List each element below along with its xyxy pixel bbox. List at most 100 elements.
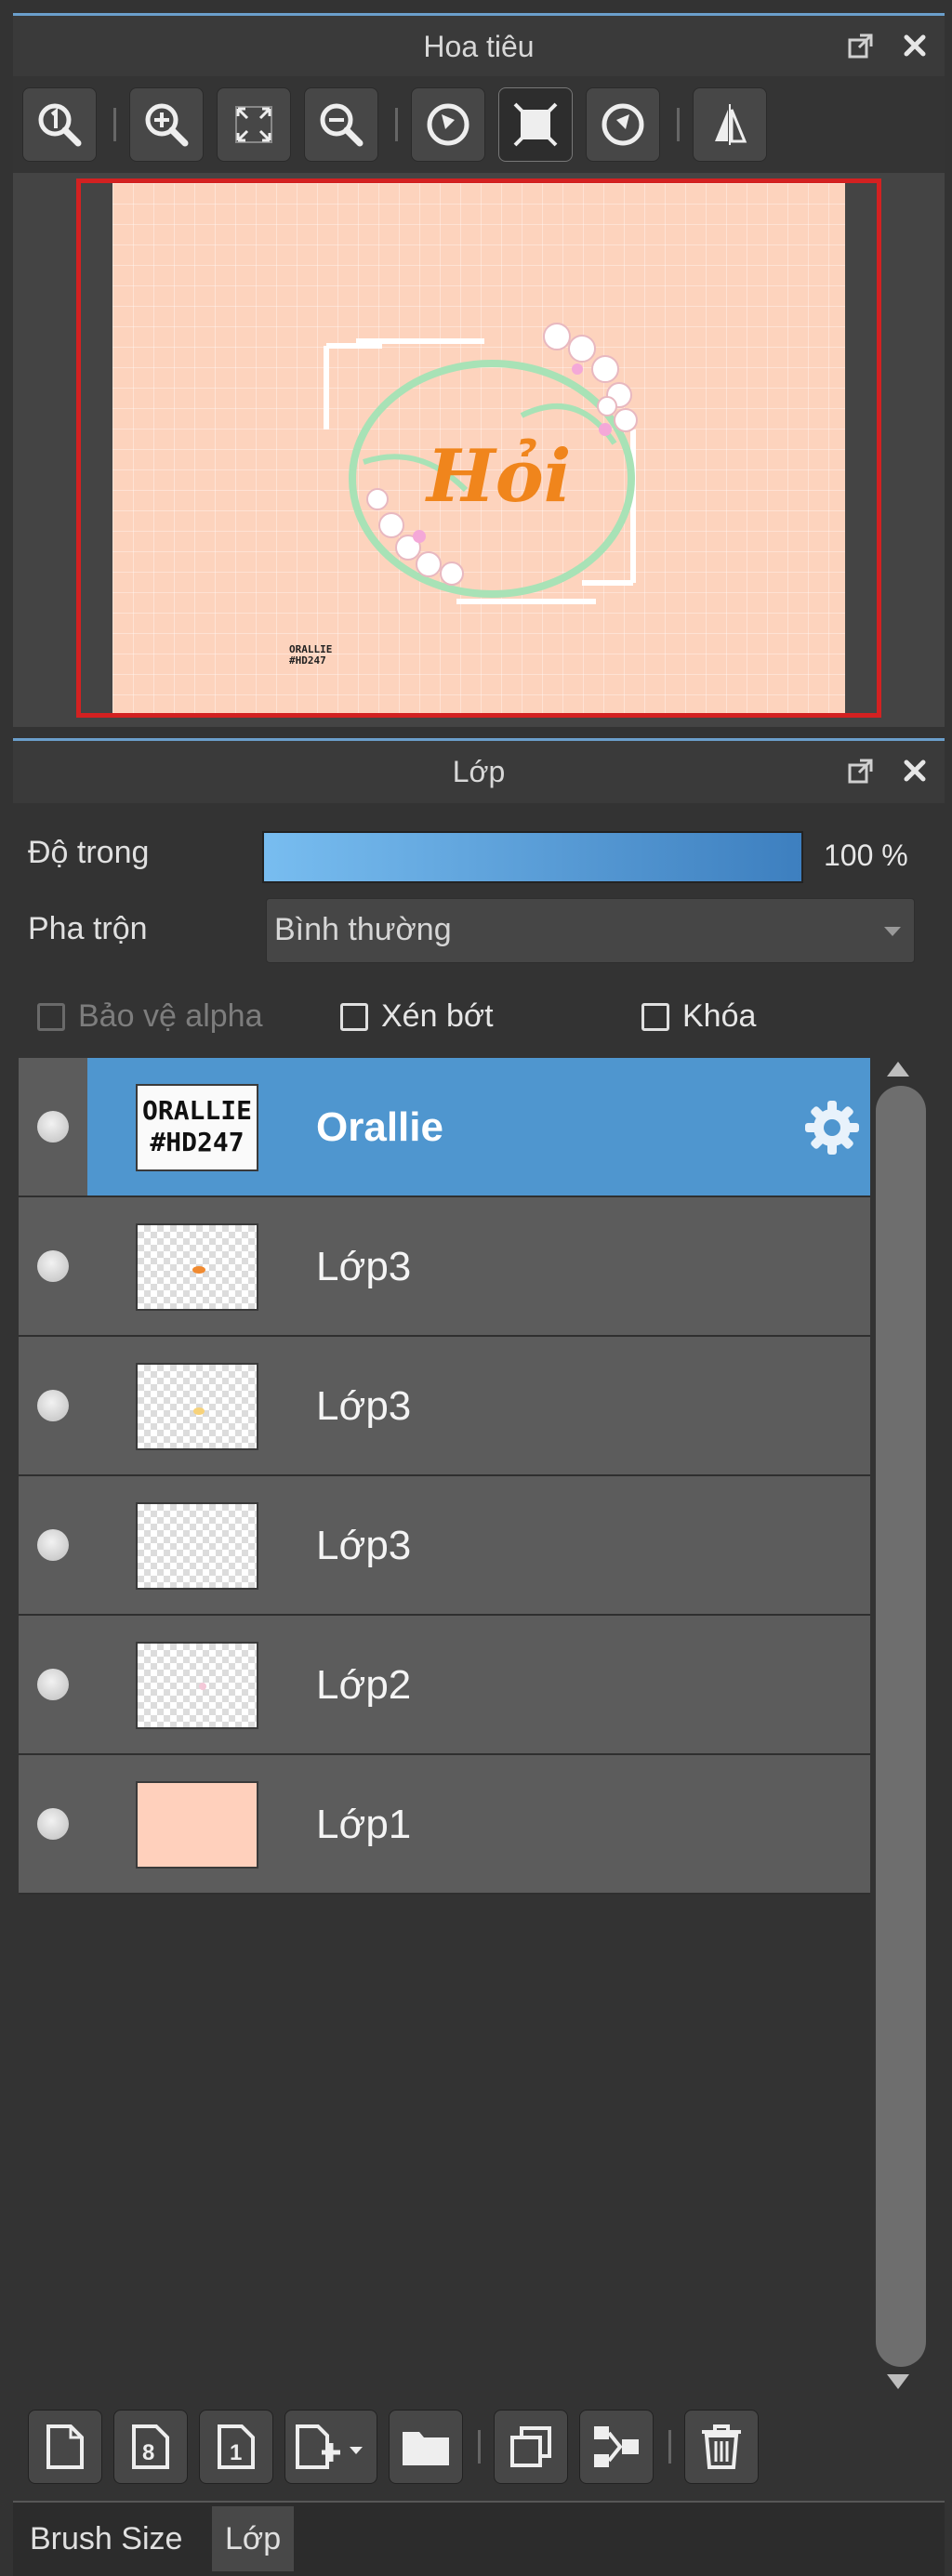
thumbnail-text-line2: #HD247 <box>150 1127 245 1157</box>
visibility-toggle-icon[interactable] <box>37 1529 69 1561</box>
layer-options-row: Bảo vệ alpha Xén bớt Khóa <box>13 980 945 1054</box>
layer-thumbnail <box>136 1363 258 1450</box>
fit-to-window-icon <box>235 106 272 143</box>
layer-list: ORALLIE #HD247 Orallie Lớp3 Lớp3 Lớp3 Lớ… <box>19 1058 870 1895</box>
delete-layer-button[interactable] <box>684 2410 759 2484</box>
close-icon[interactable] <box>898 754 932 787</box>
tab-layers[interactable]: Lớp <box>212 2506 295 2571</box>
layer-row-lop2[interactable]: Lớp2 <box>19 1616 870 1755</box>
signature: ORALLIE #HD247 <box>289 644 332 667</box>
opacity-value: 100 % <box>824 839 908 872</box>
tab-brush-size[interactable]: Brush Size <box>17 2506 195 2571</box>
visibility-toggle-icon[interactable] <box>37 1250 69 1282</box>
layer-thumbnail <box>136 1223 258 1311</box>
blend-mode-value: Bình thường <box>274 912 452 947</box>
layer-name: Lớp1 <box>316 1802 412 1847</box>
layer-thumbnail <box>136 1642 258 1729</box>
canvas-thumbnail: Hỏi ORALLIE #HD247 <box>112 183 845 713</box>
new-layer-button[interactable] <box>28 2410 102 2484</box>
layer-row-lop3-c[interactable]: Lớp3 <box>19 1476 870 1616</box>
thumbnail-text-line1: ORALLIE <box>141 1095 252 1126</box>
svg-text:1: 1 <box>230 2440 242 2465</box>
rotate-right-button[interactable] <box>586 87 660 162</box>
new-1bit-layer-icon: 1 <box>218 2424 255 2469</box>
zoom-out-button[interactable] <box>304 87 378 162</box>
merge-down-button[interactable] <box>579 2410 654 2484</box>
layer-row-lop3-b[interactable]: Lớp3 <box>19 1337 870 1476</box>
opacity-slider[interactable] <box>262 831 803 883</box>
folder-icon <box>403 2432 449 2465</box>
checkbox-box <box>641 1002 669 1031</box>
visibility-toggle-icon[interactable] <box>37 1390 69 1421</box>
layer-thumbnail <box>136 1502 258 1590</box>
opacity-row: Độ trong 100 % <box>13 807 945 891</box>
add-layer-menu-button[interactable] <box>284 2410 377 2484</box>
layers-title: Lớp <box>452 755 506 788</box>
scroll-down-icon[interactable] <box>887 2374 909 2389</box>
zoom-in-icon <box>145 103 189 147</box>
reset-rotation-button[interactable] <box>498 87 573 162</box>
rotate-left-button[interactable] <box>411 87 485 162</box>
separator <box>113 108 116 141</box>
artwork-lettering: Hỏi <box>425 434 571 519</box>
layer-list-scrollbar[interactable] <box>876 1058 926 2397</box>
close-icon[interactable] <box>898 29 932 62</box>
reset-rotation-icon <box>513 102 558 147</box>
zoom-actual-size-icon <box>38 103 82 147</box>
new-layer-icon <box>46 2424 84 2469</box>
clipping-label: Xén bớt <box>381 998 494 1034</box>
artwork: Hỏi <box>324 323 638 604</box>
clipping-checkbox[interactable]: Xén bớt <box>340 998 494 1035</box>
zoom-in-button[interactable] <box>129 87 204 162</box>
separator <box>478 2430 481 2464</box>
layer-row-orallie[interactable]: ORALLIE #HD247 Orallie <box>19 1058 870 1197</box>
visibility-toggle-icon[interactable] <box>37 1111 69 1143</box>
view-area-frame[interactable]: Hỏi ORALLIE #HD247 <box>76 178 881 718</box>
layer-row-lop1[interactable]: Lớp1 <box>19 1755 870 1895</box>
layer-name: Lớp2 <box>316 1662 412 1708</box>
separator <box>395 108 398 141</box>
navigator-preview[interactable]: Hỏi ORALLIE #HD247 <box>13 173 945 727</box>
protect-alpha-label: Bảo vệ alpha <box>78 998 263 1034</box>
fit-to-window-button[interactable] <box>217 87 291 162</box>
flip-horizontal-button[interactable] <box>693 87 767 162</box>
rotate-left-icon <box>427 103 469 146</box>
layer-name: Lớp3 <box>316 1383 412 1429</box>
chevron-down-icon <box>884 927 901 936</box>
popout-icon[interactable] <box>844 29 878 62</box>
lock-checkbox[interactable]: Khóa <box>641 998 756 1035</box>
separator <box>677 108 680 141</box>
gear-icon[interactable] <box>801 1097 863 1158</box>
layer-name: Lớp3 <box>316 1244 412 1289</box>
layer-thumbnail: ORALLIE #HD247 <box>136 1084 258 1171</box>
popout-icon[interactable] <box>844 754 878 787</box>
navigator-title: Hoa tiêu <box>423 30 535 63</box>
scroll-thumb[interactable] <box>876 1086 926 2367</box>
lock-label: Khóa <box>682 998 757 1034</box>
new-8bit-layer-icon: 8 <box>132 2424 169 2469</box>
layer-thumbnail <box>136 1781 258 1869</box>
duplicate-layer-button[interactable] <box>494 2410 568 2484</box>
flip-horizontal-icon <box>715 104 747 145</box>
zoom-actual-size-button[interactable] <box>22 87 97 162</box>
new-1bit-layer-button[interactable]: 1 <box>199 2410 273 2484</box>
layer-row-lop3-a[interactable]: Lớp3 <box>19 1197 870 1337</box>
blend-row: Pha trộn Bình thường <box>13 892 945 967</box>
visibility-toggle-icon[interactable] <box>37 1808 69 1840</box>
visibility-toggle-icon[interactable] <box>37 1669 69 1700</box>
protect-alpha-checkbox[interactable]: Bảo vệ alpha <box>37 998 263 1035</box>
scroll-up-icon[interactable] <box>887 1062 909 1077</box>
dock-tabs: Brush Size Lớp <box>13 2501 945 2576</box>
blend-mode-select[interactable]: Bình thường <box>266 898 915 963</box>
layer-name: Orallie <box>316 1104 443 1150</box>
add-layer-menu-icon <box>296 2424 363 2469</box>
duplicate-layer-icon <box>510 2426 551 2467</box>
new-8bit-layer-button[interactable]: 8 <box>113 2410 188 2484</box>
layer-actions-toolbar: 8 1 <box>13 2398 945 2495</box>
layers-header: Lớp <box>13 738 945 803</box>
new-folder-button[interactable] <box>389 2410 463 2484</box>
blend-label: Pha trộn <box>28 911 148 946</box>
navigator-header: Hoa tiêu <box>13 13 945 78</box>
rotate-right-icon <box>602 103 644 146</box>
checkbox-box <box>37 1002 65 1031</box>
